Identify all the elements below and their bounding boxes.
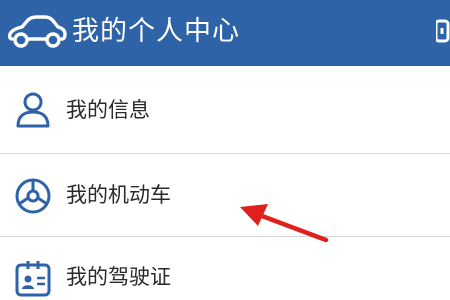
menu-item-my-license[interactable]: 我的驾驶证 — [0, 237, 450, 300]
user-icon — [16, 92, 50, 128]
menu-item-my-vehicle[interactable]: 我的机动车 — [0, 154, 450, 236]
car-outline-icon — [7, 15, 67, 48]
partial-icon[interactable] — [436, 18, 450, 46]
steering-wheel-icon — [15, 178, 51, 214]
id-card-icon — [15, 261, 51, 297]
menu-item-label: 我的信息 — [66, 98, 150, 122]
menu-item-label: 我的驾驶证 — [66, 265, 171, 289]
menu-item-my-info[interactable]: 我的信息 — [0, 67, 450, 153]
page-title: 我的个人中心 — [72, 16, 240, 47]
app-screen: 我的个人中心 我的信息 我的机动车 我的驾驶证 — [0, 0, 450, 300]
menu-item-label: 我的机动车 — [66, 183, 171, 207]
header-bar: 我的个人中心 — [0, 0, 450, 66]
